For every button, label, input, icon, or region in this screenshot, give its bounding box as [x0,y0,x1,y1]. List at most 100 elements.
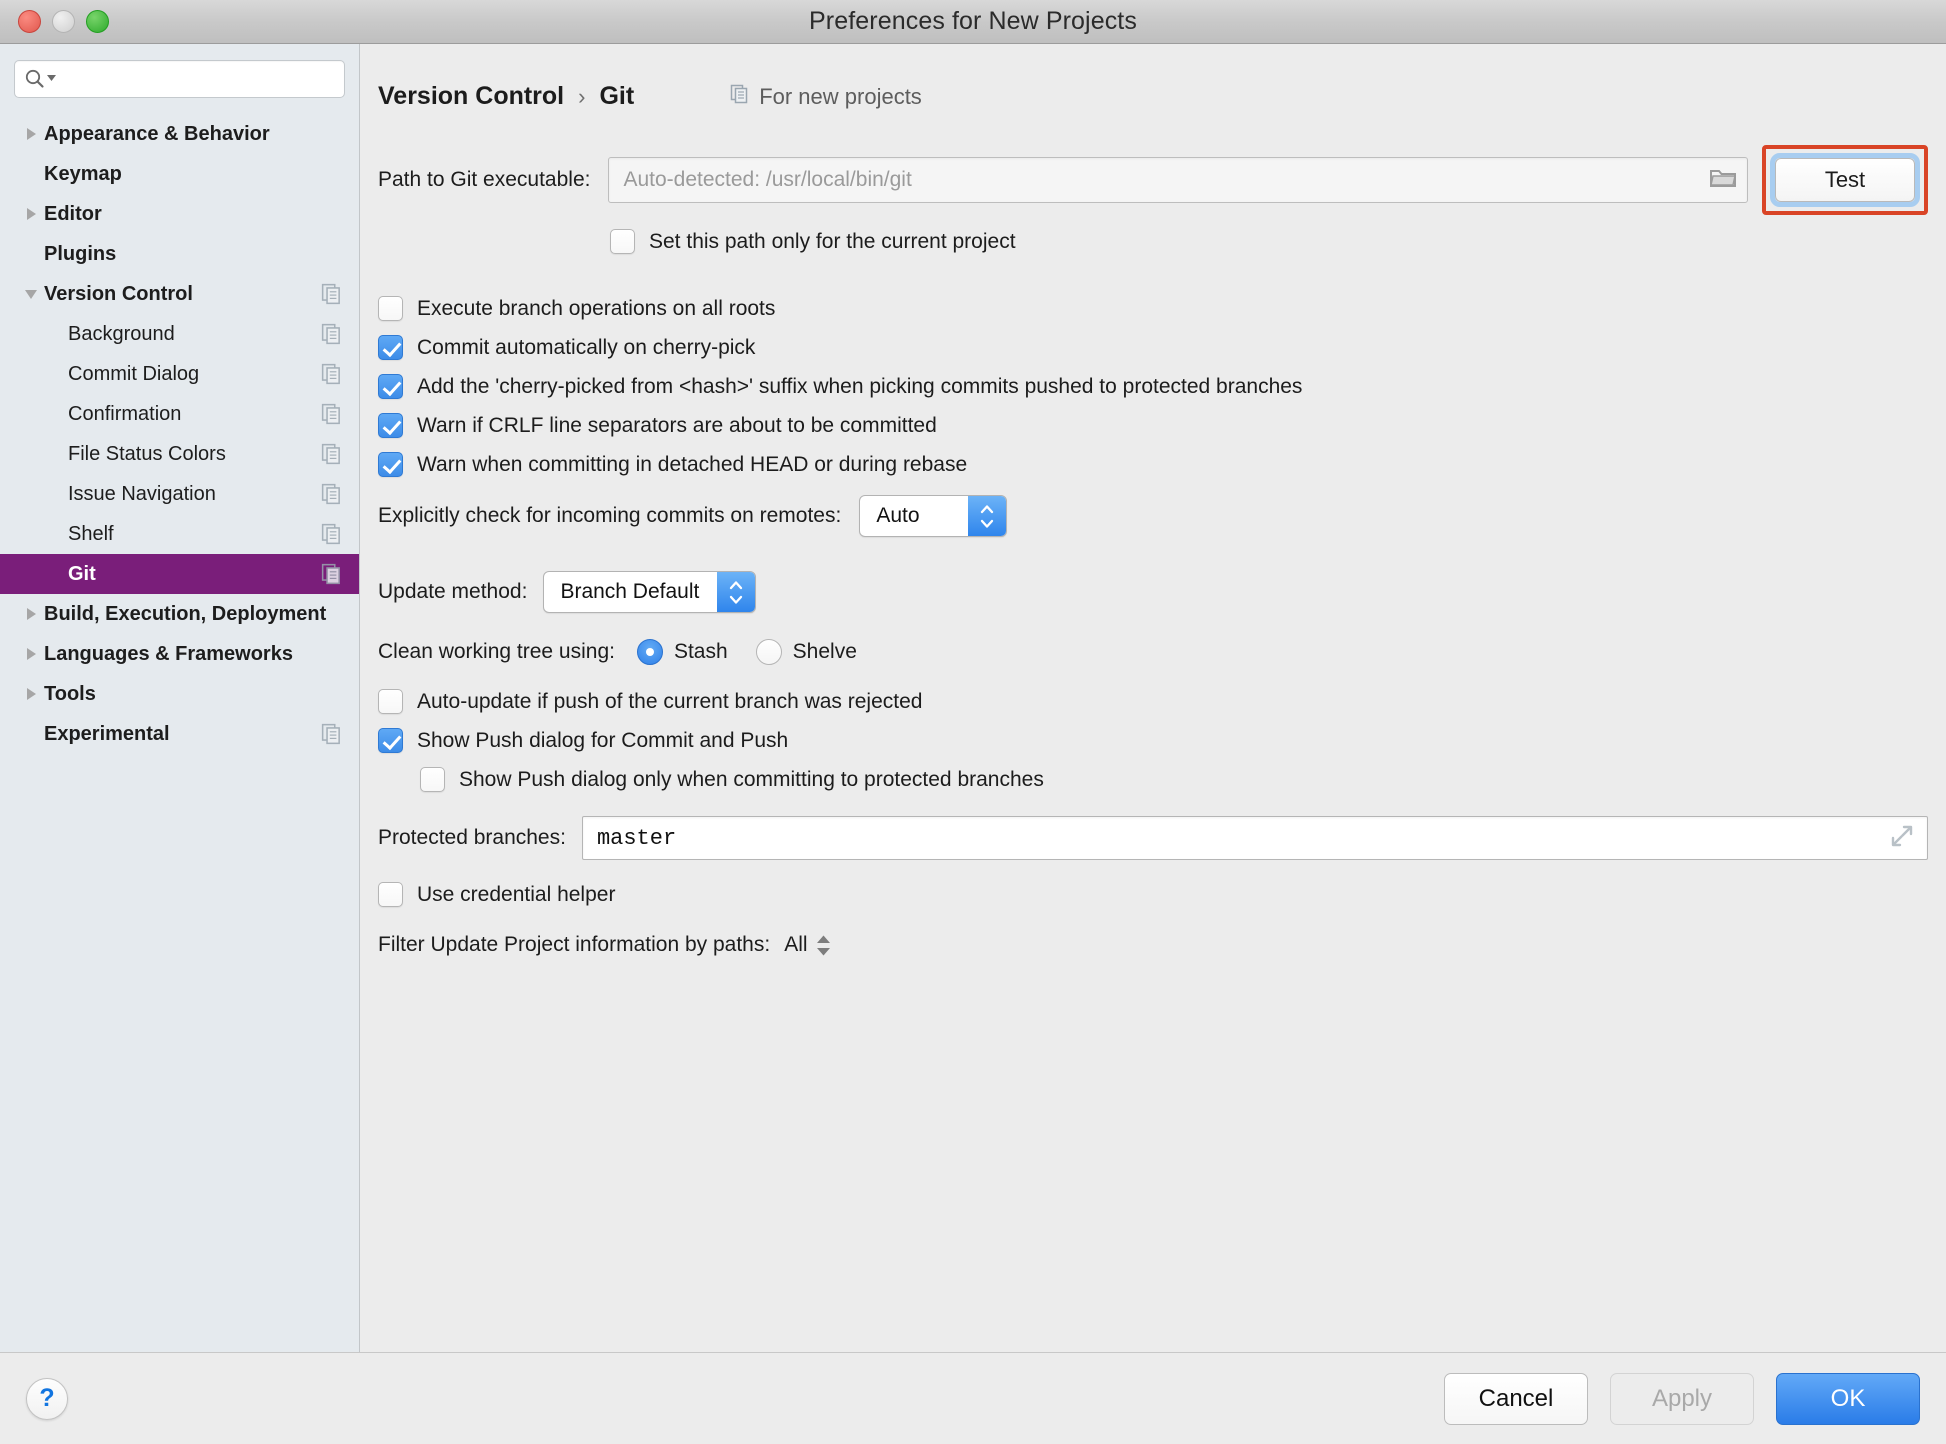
sidebar-item-languages-frameworks[interactable]: Languages & Frameworks [0,634,359,674]
breadcrumb-parent[interactable]: Version Control [378,82,564,111]
copy-settings-icon[interactable] [321,523,343,545]
push-option-label: Show Push dialog for Commit and Push [417,728,789,752]
sidebar-item-issue-navigation[interactable]: Issue Navigation [0,474,359,514]
search-box[interactable] [14,60,345,98]
incoming-commits-label: Explicitly check for incoming commits on… [378,504,842,527]
search-dropdown-icon[interactable] [46,70,57,88]
credential-helper-label: Use credential helper [417,882,616,906]
sidebar-item-keymap[interactable]: Keymap [0,154,359,194]
set-path-only-checkbox[interactable] [610,229,635,254]
help-button[interactable]: ? [26,1377,68,1420]
filter-paths-stepper[interactable] [816,935,831,956]
clean-tree-label: Clean working tree using: [378,640,615,663]
copy-settings-icon[interactable] [321,283,343,305]
clean-tree-radio-stash[interactable] [636,639,663,665]
git-option-checkbox[interactable] [378,335,403,360]
protected-branches-field[interactable]: master [581,816,1928,860]
git-option-label: Execute branch operations on all roots [417,296,776,320]
push-option-checkbox[interactable] [420,767,445,792]
push-option-row: Show Push dialog for Commit and Push [360,728,1946,753]
search-input[interactable] [57,70,335,88]
chevron-right-icon[interactable] [18,128,44,140]
copy-settings-icon[interactable] [321,443,343,465]
filter-paths-label: Filter Update Project information by pat… [378,933,771,956]
filter-paths-value[interactable]: All [784,933,807,957]
window-titlebar: Preferences for New Projects [0,0,1946,44]
update-method-select[interactable]: Branch Default [543,571,757,613]
sidebar-item-label: Shelf [68,522,114,545]
git-path-row: Path to Git executable: Auto-detected: /… [360,145,1946,215]
sidebar-item-background[interactable]: Background [0,314,359,354]
chevron-right-icon[interactable] [18,648,44,660]
sidebar-item-version-control[interactable]: Version Control [0,274,359,314]
push-option-row: Show Push dialog only when committing to… [402,767,1946,792]
sidebar-item-git[interactable]: Git [0,554,359,594]
copy-settings-icon[interactable] [321,723,343,745]
scope-label: For new projects [759,83,922,109]
settings-sidebar: Appearance & Behavior Keymap Editor Plugins… [0,44,360,1352]
sidebar-item-tools[interactable]: Tools [0,674,359,714]
chevron-down-icon[interactable] [18,289,44,299]
credential-helper-checkbox[interactable] [378,882,403,907]
sidebar-item-editor[interactable]: Editor [0,194,359,234]
sidebar-item-file-status-colors[interactable]: File Status Colors [0,434,359,474]
sidebar-item-appearance-behavior[interactable]: Appearance & Behavior [0,114,359,154]
ok-button[interactable]: OK [1776,1372,1920,1425]
test-button[interactable]: Test [1775,158,1915,202]
sidebar-item-confirmation[interactable]: Confirmation [0,394,359,434]
sidebar-item-shelf[interactable]: Shelf [0,514,359,554]
settings-main-panel: Version Control › Git For new projects P… [360,44,1946,1352]
copy-settings-icon[interactable] [321,323,343,345]
sidebar-item-label: Editor [44,202,102,225]
sidebar-item-label: Issue Navigation [68,482,216,505]
cancel-button[interactable]: Cancel [1444,1372,1588,1425]
git-option-checkbox[interactable] [378,413,403,438]
window-title: Preferences for New Projects [809,7,1137,35]
git-option-checkbox[interactable] [378,296,403,321]
sidebar-item-label: Appearance & Behavior [44,122,270,145]
push-option-checkbox[interactable] [378,728,403,753]
sidebar-item-build-execution-deployment[interactable]: Build, Execution, Deployment [0,594,359,634]
clean-tree-radio-shelve-label: Shelve [792,640,857,663]
git-option-checkbox[interactable] [378,374,403,399]
sidebar-item-label: Background [68,322,175,345]
git-option-row: Commit automatically on cherry-pick [360,335,1946,360]
git-path-field[interactable]: Auto-detected: /usr/local/bin/git [608,157,1748,203]
git-option-label: Commit automatically on cherry-pick [417,335,756,359]
set-path-only-label: Set this path only for the current proje… [649,229,1016,253]
sidebar-item-label: Git [68,562,96,585]
chevron-updown-icon[interactable] [717,572,756,612]
incoming-commits-select[interactable]: Auto [859,495,1008,537]
incoming-commits-row: Explicitly check for incoming commits on… [360,495,1946,537]
clean-tree-radio-shelve[interactable] [755,639,782,665]
push-option-checkbox[interactable] [378,689,403,714]
push-option-label: Show Push dialog only when committing to… [459,767,1044,791]
git-option-label: Warn if CRLF line separators are about t… [417,413,937,437]
git-options-list: Execute branch operations on all roots Co… [360,296,1946,477]
copy-settings-icon[interactable] [321,563,343,585]
git-path-placeholder: Auto-detected: /usr/local/bin/git [623,168,912,191]
sidebar-item-label: Commit Dialog [68,362,200,385]
sidebar-item-experimental[interactable]: Experimental [0,714,359,754]
clean-tree-row: Clean working tree using: Stash Shelve [360,639,1946,665]
copy-settings-icon[interactable] [321,403,343,425]
sidebar-item-plugins[interactable]: Plugins [0,234,359,274]
git-option-checkbox[interactable] [378,452,403,477]
folder-icon[interactable] [1709,166,1737,195]
sidebar-item-label: Plugins [44,242,117,265]
git-option-row: Execute branch operations on all roots [360,296,1946,321]
clean-tree-radio-stash-label: Stash [673,640,728,663]
chevron-updown-icon[interactable] [968,496,1007,536]
copy-settings-icon [730,84,750,110]
filter-paths-row: Filter Update Project information by pat… [360,933,1946,957]
sidebar-item-label: Build, Execution, Deployment [44,602,327,625]
expand-icon[interactable] [1889,823,1915,854]
sidebar-item-label: File Status Colors [68,442,226,465]
chevron-right-icon[interactable] [18,208,44,220]
sidebar-item-commit-dialog[interactable]: Commit Dialog [0,354,359,394]
chevron-right-icon[interactable] [18,688,44,700]
copy-settings-icon[interactable] [321,363,343,385]
chevron-right-icon[interactable] [18,608,44,620]
git-path-label: Path to Git executable: [378,168,591,191]
copy-settings-icon[interactable] [321,483,343,505]
